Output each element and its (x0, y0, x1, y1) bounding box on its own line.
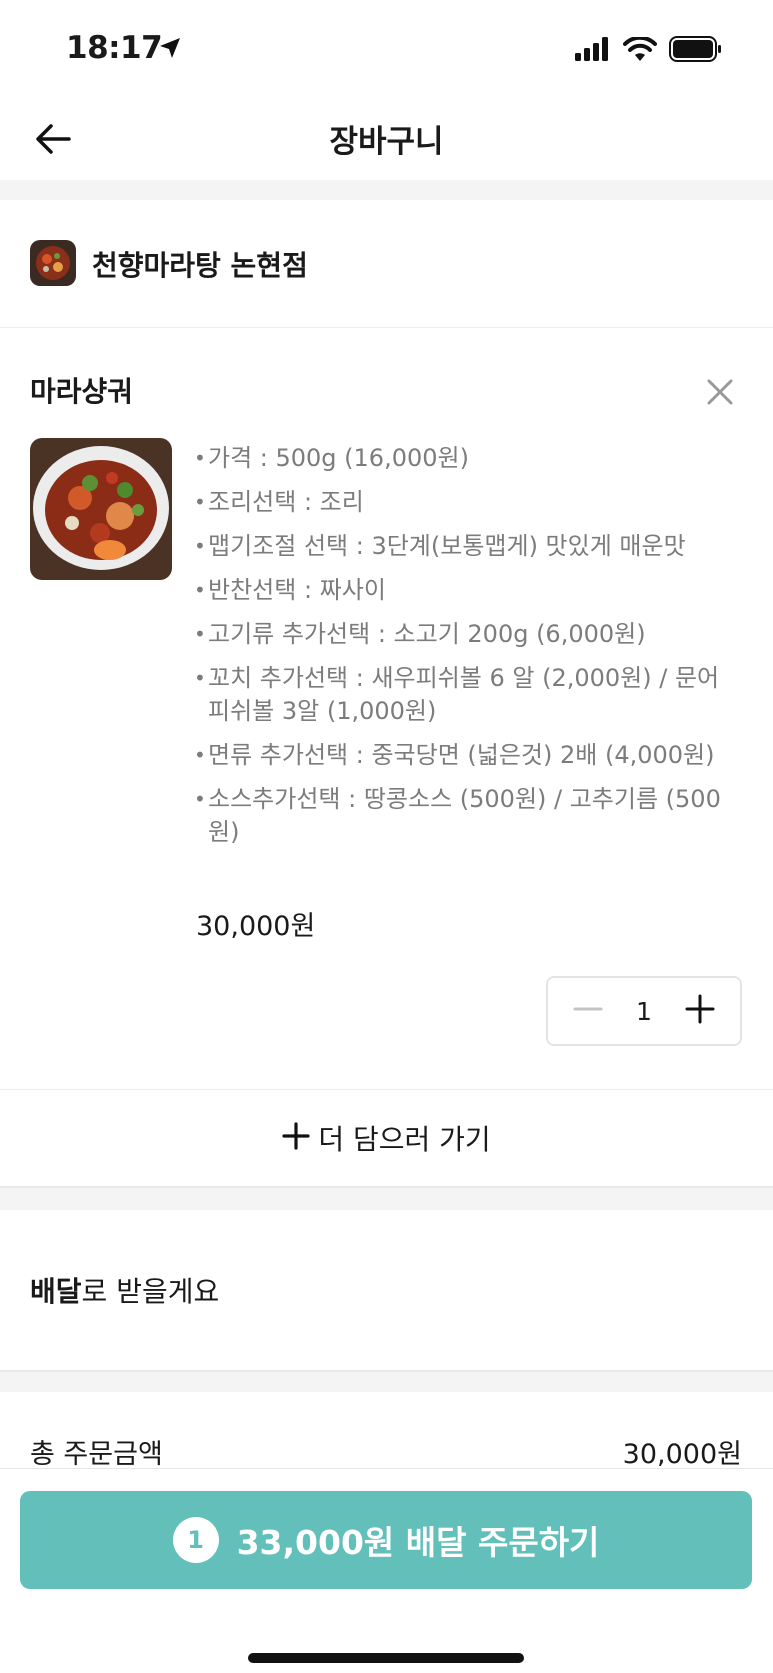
order-button[interactable]: 1 33,000원 배달 주문하기 (20, 1491, 752, 1589)
decrease-quantity-button[interactable] (568, 991, 608, 1031)
status-bar: 18:17 (0, 0, 773, 100)
item-name: 마라샹궈 (30, 375, 134, 408)
wifi-icon (623, 35, 657, 65)
close-icon (706, 378, 734, 410)
add-more-button[interactable]: 더 담으러 가기 (0, 1090, 773, 1186)
quantity-stepper: 1 (546, 976, 742, 1046)
plus-icon (282, 1122, 310, 1154)
quantity-value: 1 (636, 996, 652, 1026)
delivery-option[interactable]: 배달로 받을게요 (30, 1270, 219, 1310)
total-label: 총 주문금액 (30, 1439, 163, 1470)
minus-icon (573, 994, 603, 1028)
item-option: 고기류 추가선택 : 소고기 200g (6,000원) (194, 618, 739, 651)
bottom-bar: 1 33,000원 배달 주문하기 (0, 1468, 773, 1673)
item-price: 30,000원 (196, 911, 316, 942)
location-arrow-icon (158, 36, 182, 64)
item-option: 면류 추가선택 : 중국당면 (넓은것) 2배 (4,000원) (194, 739, 739, 772)
increase-quantity-button[interactable] (680, 991, 720, 1031)
delivery-emphasis: 배달 (30, 1275, 82, 1308)
store-logo (30, 240, 76, 286)
nav-bar: 장바구니 (0, 100, 773, 180)
battery-icon (669, 36, 723, 66)
section-separator (0, 1370, 773, 1392)
item-option: 반찬선택 : 짜사이 (194, 574, 739, 607)
plus-icon (685, 994, 715, 1028)
delivery-text: 로 받을게요 (81, 1275, 220, 1308)
item-option: 꼬치 추가선택 : 새우피쉬볼 6 알 (2,000원) / 문어피쉬볼 3알 … (194, 662, 739, 728)
remove-item-button[interactable] (700, 374, 740, 414)
item-options-list: 가격 : 500g (16,000원) 조리선택 : 조리 맵기조절 선택 : … (194, 442, 739, 860)
order-button-label: 33,000원 배달 주문하기 (236, 1523, 600, 1562)
item-option: 맵기조절 선택 : 3단계(보통맵게) 맛있게 매운맛 (194, 530, 739, 563)
item-option: 조리선택 : 조리 (194, 486, 739, 519)
add-more-label: 더 담으러 가기 (318, 1123, 491, 1156)
item-option: 소스추가선택 : 땅콩소스 (500원) / 고추기름 (500원) (194, 783, 739, 849)
signal-icon (575, 37, 611, 65)
total-value: 30,000원 (622, 1439, 742, 1470)
section-separator (0, 180, 773, 200)
store-row[interactable]: 천향마라탕 논현점 (0, 200, 773, 328)
status-time: 18:17 (66, 30, 163, 66)
order-count-badge: 1 (172, 1517, 219, 1563)
item-image (30, 438, 172, 580)
home-indicator (248, 1653, 524, 1663)
item-option: 가격 : 500g (16,000원) (194, 442, 739, 475)
section-separator (0, 1186, 773, 1210)
store-name: 천향마라탕 논현점 (92, 249, 308, 282)
page-title: 장바구니 (329, 124, 444, 160)
